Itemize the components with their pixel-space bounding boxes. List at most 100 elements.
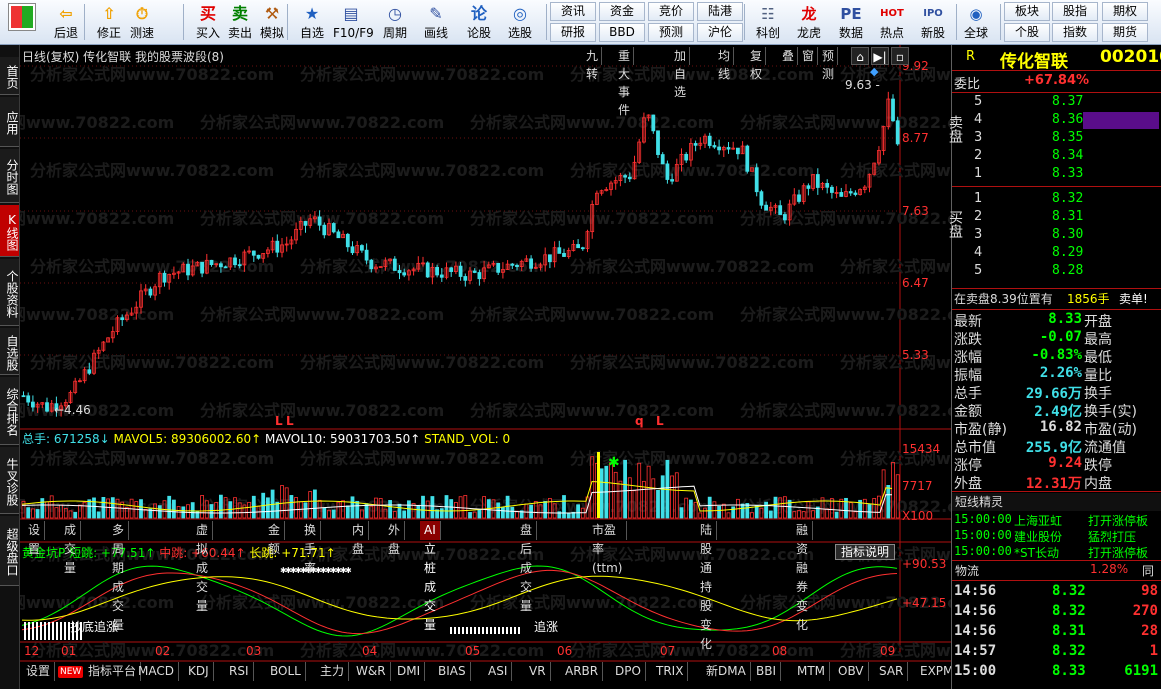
volume-tab[interactable]: 内盘 bbox=[348, 521, 370, 556]
toolbar-small-button[interactable]: 沪伦 bbox=[697, 23, 743, 42]
indicator-tab[interactable]: 指标平台 bbox=[84, 662, 142, 681]
left-tab-ranking[interactable]: 综合排名 bbox=[0, 377, 19, 445]
left-tab-company-info[interactable]: 个股资料 bbox=[0, 259, 19, 326]
left-tab-apps[interactable]: 应用 bbox=[0, 97, 19, 147]
toolbar-sell-button[interactable]: 卖卖出 bbox=[222, 2, 258, 43]
indicator-tab[interactable]: KDJ bbox=[184, 662, 214, 681]
volume-tab[interactable]: 设置 bbox=[24, 521, 46, 556]
chart-toolbar-button[interactable]: 叠 bbox=[779, 47, 799, 65]
toolbar-watchlist-button[interactable]: ★ 自选 bbox=[294, 2, 330, 43]
indicator-tab[interactable]: BIAS bbox=[434, 662, 471, 681]
indicator-tab[interactable]: VR bbox=[525, 662, 551, 681]
indicator-tab[interactable]: BOLL bbox=[266, 662, 306, 681]
indicator-tab[interactable]: 设置 bbox=[22, 662, 56, 681]
volume-tab[interactable]: 盘后成交量 bbox=[516, 521, 538, 613]
sell-volume-bar bbox=[1083, 112, 1159, 129]
toolbar-small-button[interactable]: 期权 bbox=[1102, 2, 1148, 21]
next-icon[interactable]: ▶| bbox=[871, 47, 889, 65]
toolbar-small-button[interactable]: 资金 bbox=[599, 2, 645, 21]
toolbar-global-button[interactable]: ◉ 全球 bbox=[957, 2, 995, 43]
toolbar-data-button[interactable]: PE 数据 bbox=[832, 2, 870, 43]
volume-tab[interactable]: 虚拟成交量 bbox=[192, 521, 214, 613]
toolbar-small-button[interactable]: 个股 bbox=[1004, 23, 1050, 42]
candle-body bbox=[848, 191, 853, 194]
short-term-spirit-header[interactable]: 短线精灵 bbox=[952, 493, 1161, 511]
chart-toolbar-button[interactable]: 九转 bbox=[583, 47, 603, 81]
indicator-tab[interactable]: 主力 bbox=[316, 662, 350, 681]
volume-tab[interactable]: 多周期成交量 bbox=[108, 521, 130, 632]
toolbar-forum-button[interactable]: 论论股 bbox=[461, 2, 497, 43]
toolbar-back-button[interactable]: ⇦ 后退 bbox=[48, 2, 84, 43]
volume-tab[interactable]: 金额 bbox=[264, 521, 286, 556]
sector-tail: 同 bbox=[1142, 564, 1155, 578]
chart-toolbar-button[interactable]: 复权 bbox=[747, 47, 767, 81]
toolbar-small-button[interactable]: BBD bbox=[599, 23, 645, 42]
toolbar-small-button[interactable]: 研报 bbox=[550, 23, 596, 42]
toolbar-small-button[interactable]: 竞价 bbox=[648, 2, 694, 21]
indicator-tab[interactable]: W&R bbox=[352, 662, 391, 681]
indicator-help-button[interactable]: 指标说明 bbox=[835, 544, 895, 560]
toolbar-small-button[interactable]: 期货 bbox=[1102, 23, 1148, 42]
toolbar-draw-button[interactable]: ✎ 画线 bbox=[418, 2, 454, 43]
large-order-notice[interactable]: 在卖盘8.39位置有 1856手 卖单! bbox=[952, 290, 1161, 308]
chart-toolbar-button[interactable]: 窗 bbox=[799, 47, 819, 65]
indicator-tab[interactable]: ASI bbox=[484, 662, 513, 681]
indicator-tab[interactable]: RSI bbox=[225, 662, 254, 681]
notice-text: 在卖盘8.39位置有 bbox=[954, 292, 1053, 306]
volume-bar bbox=[171, 499, 176, 519]
left-tab-intraday[interactable]: 分时图 bbox=[0, 149, 19, 203]
indicator-tab[interactable]: DPO bbox=[611, 662, 646, 681]
indicator-tab[interactable]: SAR bbox=[875, 662, 909, 681]
left-tab-super-book[interactable]: 超级盘口 bbox=[0, 516, 19, 586]
toolbar-label: 选股 bbox=[507, 26, 532, 40]
indicator-tab[interactable]: TRIX bbox=[652, 662, 689, 681]
toolbar-star-market-button[interactable]: ☷ 科创 bbox=[749, 2, 787, 43]
volume-tab[interactable]: 外盘 bbox=[384, 521, 406, 556]
indicator-tab[interactable]: MTM bbox=[793, 662, 831, 681]
maximize-icon[interactable]: ▫ bbox=[891, 47, 909, 65]
toolbar-hot-button[interactable]: HOT 热点 bbox=[873, 2, 911, 43]
lock-icon[interactable]: ⌂ bbox=[851, 47, 869, 65]
menu-grid-button[interactable] bbox=[2, 2, 42, 43]
toolbar-buy-button[interactable]: 买买入 bbox=[190, 2, 226, 43]
volume-tab[interactable]: 换手率 bbox=[300, 521, 322, 575]
indicator-tab[interactable]: BBI bbox=[752, 662, 782, 681]
indicator-tab[interactable]: OBV bbox=[834, 662, 869, 681]
indicator-tab[interactable]: MACD bbox=[134, 662, 179, 681]
toolbar-correct-button[interactable]: ⇧ 修正 bbox=[91, 2, 127, 43]
bottom-signal-bar bbox=[40, 622, 42, 640]
chart-toolbar-button[interactable]: 重大事件 bbox=[615, 47, 635, 117]
toolbar-small-button[interactable]: 预测 bbox=[648, 23, 694, 42]
toolbar-small-button[interactable]: 陆港 bbox=[697, 2, 743, 21]
toolbar-simulate-button[interactable]: ⚒ 模拟 bbox=[254, 2, 290, 43]
toolbar-stock-pick-button[interactable]: ◎ 选股 bbox=[502, 2, 538, 43]
volume-tab[interactable]: 陆股通持股变化 bbox=[696, 521, 718, 651]
toolbar-period-button[interactable]: ◷ 周期 bbox=[377, 2, 413, 43]
volume-tab[interactable]: 成交量 bbox=[60, 521, 82, 575]
toolbar-f10-button[interactable]: ▤ F10/F9 bbox=[333, 2, 374, 43]
volume-axis-label: 7717 bbox=[902, 479, 933, 493]
left-tab-kline[interactable]: K线图 bbox=[0, 205, 19, 257]
indicator-tab[interactable]: DMI bbox=[393, 662, 426, 681]
toolbar-small-button[interactable]: 指数 bbox=[1052, 23, 1098, 42]
sector-row[interactable]: 物流 1.28% 同 bbox=[952, 562, 1161, 580]
left-tab-home[interactable]: 首页 bbox=[0, 57, 19, 95]
indicator-tab[interactable]: 新DMA bbox=[702, 662, 751, 681]
toolbar-ipo-button[interactable]: IPO 新股 bbox=[914, 2, 952, 43]
left-tab-diagnosis[interactable]: 牛叉诊股 bbox=[0, 447, 19, 514]
toolbar-small-button[interactable]: 股指 bbox=[1052, 2, 1098, 21]
chart-toolbar-button[interactable]: 预测 bbox=[819, 47, 839, 81]
volume-tab[interactable]: 市盈率(ttm) bbox=[588, 521, 628, 575]
chart-toolbar-button[interactable]: 加自选 bbox=[671, 47, 691, 99]
toolbar-small-button[interactable]: 板块 bbox=[1004, 2, 1050, 21]
toolbar-small-button[interactable]: 资讯 bbox=[550, 2, 596, 21]
left-tab-watchlist[interactable]: 自选股 bbox=[0, 328, 19, 375]
toolbar-dragon-tiger-button[interactable]: 龙龙虎 bbox=[790, 2, 828, 43]
volume-tab[interactable]: 融资融券变化 bbox=[792, 521, 814, 632]
chart-toolbar-button[interactable]: 均线 bbox=[715, 47, 735, 81]
indicator-tab[interactable]: EXPMA bbox=[916, 662, 951, 681]
bottom-signal-bar bbox=[490, 627, 492, 634]
volume-tab[interactable]: AI立桩成交量 bbox=[420, 521, 441, 632]
toolbar-speed-button[interactable]: ⏱ 测速 bbox=[124, 2, 160, 43]
indicator-tab[interactable]: ARBR bbox=[561, 662, 604, 681]
